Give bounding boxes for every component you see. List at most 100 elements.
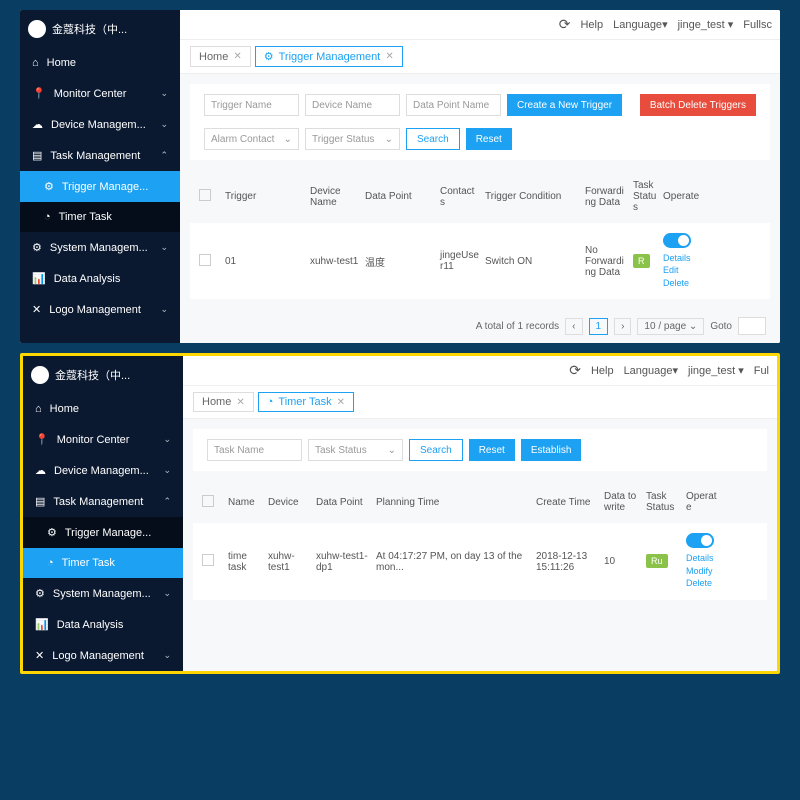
prev-page-button[interactable]: ‹ [565,318,582,335]
topbar: ⟳ Help Language▾ jinge_test ▾ Fullsc [180,10,780,40]
datapoint-name-input[interactable]: Data Point Name [406,94,501,116]
language-label: Language [613,19,662,31]
nav-data[interactable]: 📊Data Analysis [23,609,183,640]
select-all-checkbox[interactable] [199,189,211,201]
nav-logo[interactable]: ✕Logo Management⌄ [20,294,180,325]
nav-system[interactable]: ⚙System Managem...⌄ [23,578,183,609]
trigger-icon: ⚙ [47,526,57,539]
col-operate: Operate [683,491,725,513]
tabs-bar: Home ✕ ◔Timer Task✕ [183,386,777,419]
language-dropdown[interactable]: Language▾ [624,364,678,377]
delete-link[interactable]: Delete [663,278,689,288]
chevron-down-icon: ⌄ [388,445,396,456]
col-datapoint: Data Point [313,497,373,508]
nav-task[interactable]: ▤Task Management⌃ [23,486,183,517]
tab-label: Trigger Management [279,51,381,63]
nav-label: Timer Task [59,211,112,223]
nav-device[interactable]: ☁Device Managem...⌄ [20,109,180,140]
delete-link[interactable]: Delete [686,578,712,588]
cell-datapoint: 温度 [362,254,437,269]
refresh-icon[interactable]: ⟳ [569,362,581,379]
table-header: Name Device Data Point Planning Time Cre… [193,481,767,523]
goto-input[interactable] [738,317,766,335]
nav-trigger[interactable]: ⚙Trigger Manage... [23,517,183,548]
details-link[interactable]: Details [686,553,714,563]
col-contacts: Contacts [437,186,482,208]
nav-system[interactable]: ⚙System Managem...⌄ [20,232,180,263]
nav-trigger[interactable]: ⚙Trigger Manage... [20,171,180,202]
tab-home[interactable]: Home✕ [190,46,251,67]
fullscreen-link[interactable]: Ful [754,365,769,377]
trigger-name-input[interactable]: Trigger Name [204,94,299,116]
nav-home[interactable]: ⌂Home [20,48,180,78]
sidebar: 金蔻科技（中... ⌂Home 📍Monitor Center⌄ ☁Device… [20,10,180,343]
help-link[interactable]: Help [580,19,603,31]
page-number-button[interactable]: 1 [589,318,609,335]
language-dropdown[interactable]: Language▾ [613,18,667,31]
cell-trigger: 01 [222,256,307,267]
timer-icon: ◔ [44,211,51,223]
establish-button[interactable]: Establish [521,439,582,461]
close-icon[interactable]: ✕ [233,51,241,62]
nav-label: Monitor Center [57,434,130,446]
alarm-contact-select[interactable]: Alarm Contact⌄ [204,128,299,150]
pin-icon: 📍 [32,87,46,100]
row-checkbox[interactable] [202,554,214,566]
nav-home[interactable]: ⌂Home [23,394,183,424]
row-checkbox[interactable] [199,254,211,266]
batch-delete-button[interactable]: Batch Delete Triggers [640,94,756,116]
close-icon[interactable]: ✕ [236,397,244,408]
nav-data[interactable]: 📊Data Analysis [20,263,180,294]
edit-link[interactable]: Edit [663,265,679,275]
help-link[interactable]: Help [591,365,614,377]
col-forwarding: Forwarding Data [582,186,630,208]
status-badge: Ru [646,554,668,568]
placeholder: Task Status [315,445,367,456]
user-dropdown[interactable]: jinge_test ▾ [688,364,744,377]
user-dropdown[interactable]: jinge_test ▾ [678,18,734,31]
device-name-input[interactable]: Device Name [305,94,400,116]
nav-task[interactable]: ▤Task Management⌃ [20,140,180,171]
nav-timer[interactable]: ◔Timer Task [23,548,183,578]
tab-timer[interactable]: ◔Timer Task✕ [258,392,354,412]
nav-timer[interactable]: ◔ Timer Task [20,202,180,232]
cell-contacts: jingeUser11 [437,250,482,272]
nav-monitor[interactable]: 📍Monitor Center⌄ [23,424,183,455]
logo-icon [28,20,46,38]
perpage-select[interactable]: 10 / page ⌄ [637,318,704,335]
reset-button[interactable]: Reset [466,128,512,150]
chevron-down-icon: ⌄ [385,134,393,145]
pin-icon: 📍 [35,433,49,446]
trigger-status-select[interactable]: Trigger Status⌄ [305,128,400,150]
task-status-select[interactable]: Task Status ⌄ [308,439,403,461]
toggle-switch[interactable] [686,533,714,548]
refresh-icon[interactable]: ⟳ [559,16,571,33]
chart-icon: 📊 [32,272,46,285]
select-all-checkbox[interactable] [202,495,214,507]
cross-icon: ✕ [32,303,41,316]
tab-home[interactable]: Home ✕ [193,392,254,412]
filter-bar: Task Name Task Status ⌄ Search Reset Esta… [193,429,767,471]
modify-link[interactable]: Modify [686,566,713,576]
filter-bar: Trigger Name Device Name Data Point Name… [190,84,770,160]
close-icon[interactable]: ✕ [337,397,345,408]
fullscreen-link[interactable]: Fullsc [743,19,772,31]
next-page-button[interactable]: › [614,318,631,335]
task-name-input[interactable]: Task Name [207,439,302,461]
main-content: ⟳ Help Language▾ jinge_test ▾ Ful Home ✕ … [183,356,777,671]
search-button[interactable]: Search [409,439,463,461]
tab-label: Home [202,396,231,408]
nav-logo[interactable]: ✕Logo Management⌄ [23,640,183,671]
nav-label: Trigger Manage... [62,181,148,193]
nav-device[interactable]: ☁Device Managem...⌄ [23,455,183,486]
reset-button[interactable]: Reset [469,439,515,461]
nav-monitor[interactable]: 📍Monitor Center⌄ [20,78,180,109]
close-icon[interactable]: ✕ [385,51,393,62]
nav-label: Logo Management [49,304,141,316]
toggle-switch[interactable] [663,233,691,248]
create-trigger-button[interactable]: Create a New Trigger [507,94,622,116]
search-button[interactable]: Search [406,128,460,150]
pagination: A total of 1 records ‹ 1 › 10 / page ⌄ G… [180,309,780,343]
details-link[interactable]: Details [663,253,691,263]
tab-trigger[interactable]: ⚙Trigger Management✕ [255,46,403,67]
